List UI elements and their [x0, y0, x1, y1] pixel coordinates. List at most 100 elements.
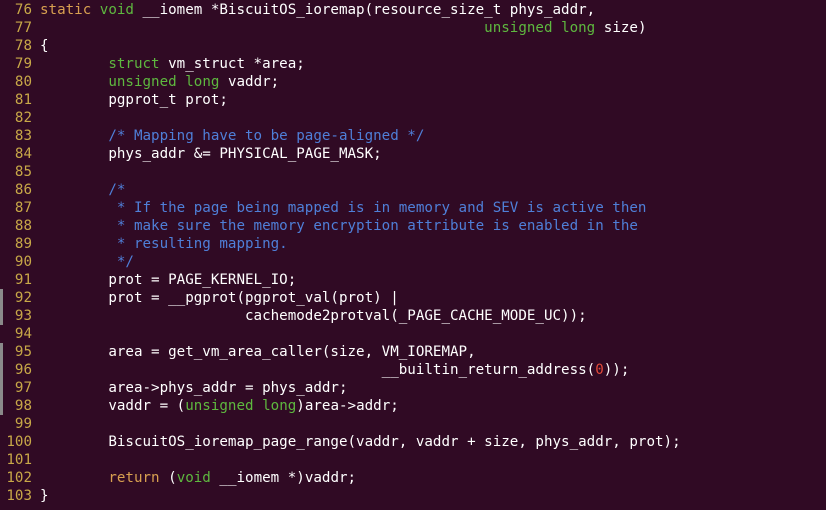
code-text[interactable]: /* Mapping have to be page-aligned */ [40, 127, 424, 145]
code-line[interactable]: 98 vaddr = (unsigned long)area->addr; [0, 397, 826, 415]
code-line[interactable]: 96 __builtin_return_address(0)); [0, 361, 826, 379]
line-number: 99 [14, 416, 32, 432]
code-text[interactable]: * resulting mapping. [40, 235, 288, 253]
code-line[interactable]: 101 [0, 451, 826, 469]
code-line[interactable]: 95 area = get_vm_area_caller(size, VM_IO… [0, 343, 826, 361]
code-text[interactable]: cachemode2protval(_PAGE_CACHE_MODE_UC)); [40, 307, 587, 325]
code-editor[interactable]: 76 static void __iomem *BiscuitOS_ioremap… [0, 0, 826, 510]
comment-token: /* [108, 182, 126, 198]
code-line[interactable]: 88 * make sure the memory encryption att… [0, 217, 826, 235]
code-line[interactable]: 103} [0, 487, 826, 505]
code-text[interactable]: return (void __iomem *)vaddr; [40, 469, 356, 487]
code-text[interactable]: static void __iomem *BiscuitOS_ioremap(r… [40, 1, 595, 19]
code-line[interactable]: 86 /* [0, 181, 826, 199]
line-number: 84 [14, 146, 32, 162]
code-line[interactable]: 94 [0, 325, 826, 343]
code-line[interactable]: 91 prot = PAGE_KERNEL_IO; [0, 271, 826, 289]
line-number: 90 [14, 254, 32, 270]
code-token: area = get_vm_area_caller(size, VM_IOREM… [40, 344, 476, 360]
change-marker [0, 307, 3, 325]
comment-token: */ [108, 254, 134, 270]
code-text[interactable]: pgprot_t prot; [40, 91, 228, 109]
line-number: 77 [14, 20, 32, 36]
change-marker [0, 379, 3, 397]
code-text[interactable]: */ [40, 253, 134, 271]
code-line[interactable]: 83 /* Mapping have to be page-aligned */ [0, 127, 826, 145]
code-token: cachemode2protval(_PAGE_CACHE_MODE_UC)); [40, 308, 587, 324]
code-text[interactable]: vaddr = (unsigned long)area->addr; [40, 397, 398, 415]
code-text[interactable]: * If the page being mapped is in memory … [40, 199, 647, 217]
line-number: 79 [14, 56, 32, 72]
code-text[interactable]: area->phys_addr = phys_addr; [40, 379, 348, 397]
code-line[interactable]: 78 { [0, 37, 826, 55]
code-line[interactable]: 92 prot = __pgprot(pgprot_val(prot) | [0, 289, 826, 307]
code-text[interactable]: prot = PAGE_KERNEL_IO; [40, 271, 296, 289]
type-token: unsigned [484, 20, 553, 36]
code-line[interactable]: 93 cachemode2protval(_PAGE_CACHE_MODE_UC… [0, 307, 826, 325]
type-token: long [185, 74, 220, 90]
code-line[interactable]: 100 BiscuitOS_ioremap_page_range(vaddr, … [0, 433, 826, 451]
line-number: 93 [14, 308, 32, 324]
change-marker [0, 289, 3, 307]
code-text[interactable]: unsigned long size) [40, 19, 646, 37]
code-line[interactable]: 77 unsigned long size) [0, 19, 826, 37]
code-line[interactable]: 80 unsigned long vaddr; [0, 73, 826, 91]
code-line[interactable]: 81 pgprot_t prot; [0, 91, 826, 109]
line-number: 96 [14, 362, 32, 378]
type-token: void [176, 470, 211, 486]
code-text[interactable]: BiscuitOS_ioremap_page_range(vaddr, vadd… [40, 433, 681, 451]
code-text[interactable]: __builtin_return_address(0)); [40, 361, 630, 379]
line-number: 85 [14, 164, 32, 180]
code-token: __builtin_return_address( [40, 362, 596, 378]
code-token: prot = __pgprot(pgprot_val(prot) | [40, 290, 399, 306]
code-line[interactable]: 84 phys_addr &= PHYSICAL_PAGE_MASK; [0, 145, 826, 163]
code-text[interactable]: unsigned long vaddr; [40, 73, 279, 91]
line-number: 97 [14, 380, 32, 396]
type-token: long [262, 398, 297, 414]
code-text[interactable]: } [40, 487, 49, 505]
line-number: 98 [14, 398, 32, 414]
code-token: ( [159, 470, 177, 486]
code-line[interactable]: 87 * If the page being mapped is in memo… [0, 199, 826, 217]
code-line[interactable]: 82 [0, 109, 826, 127]
line-number: 78 [14, 38, 32, 54]
code-line[interactable]: 102 return (void __iomem *)vaddr; [0, 469, 826, 487]
code-token: { [40, 38, 49, 54]
code-text[interactable]: { [40, 37, 49, 55]
code-line[interactable]: 97 area->phys_addr = phys_addr; [0, 379, 826, 397]
code-line[interactable]: 76 static void __iomem *BiscuitOS_ioremap… [0, 1, 826, 19]
line-number: 91 [14, 272, 32, 288]
code-text[interactable]: * make sure the memory encryption attrib… [40, 217, 638, 235]
line-number: 102 [6, 470, 32, 486]
code-token: } [40, 488, 49, 504]
line-number: 80 [14, 74, 32, 90]
code-text[interactable]: phys_addr &= PHYSICAL_PAGE_MASK; [40, 145, 381, 163]
code-text[interactable]: prot = __pgprot(pgprot_val(prot) | [40, 289, 399, 307]
comment-token: * make sure the memory encryption attrib… [108, 218, 638, 234]
type-token: unsigned [108, 74, 177, 90]
code-line[interactable]: 79 struct vm_struct *area; [0, 55, 826, 73]
code-line[interactable]: 90 */ [0, 253, 826, 271]
line-number: 103 [6, 488, 32, 504]
code-token: vaddr = ( [40, 398, 186, 414]
code-text[interactable]: /* [40, 181, 125, 199]
line-number: 92 [14, 290, 32, 306]
line-number: 95 [14, 344, 32, 360]
code-text[interactable]: area = get_vm_area_caller(size, VM_IOREM… [40, 343, 476, 361]
code-token: )); [603, 362, 630, 378]
code-token: BiscuitOS_ioremap_page_range(vaddr, vadd… [40, 434, 681, 450]
code-token: area->phys_addr = phys_addr; [40, 380, 348, 396]
code-line[interactable]: 85 [0, 163, 826, 181]
code-text[interactable]: struct vm_struct *area; [40, 55, 304, 73]
code-token: vaddr; [219, 74, 280, 90]
line-number: 100 [6, 434, 32, 450]
code-line[interactable]: 89 * resulting mapping. [0, 235, 826, 253]
code-line[interactable]: 99 [0, 415, 826, 433]
